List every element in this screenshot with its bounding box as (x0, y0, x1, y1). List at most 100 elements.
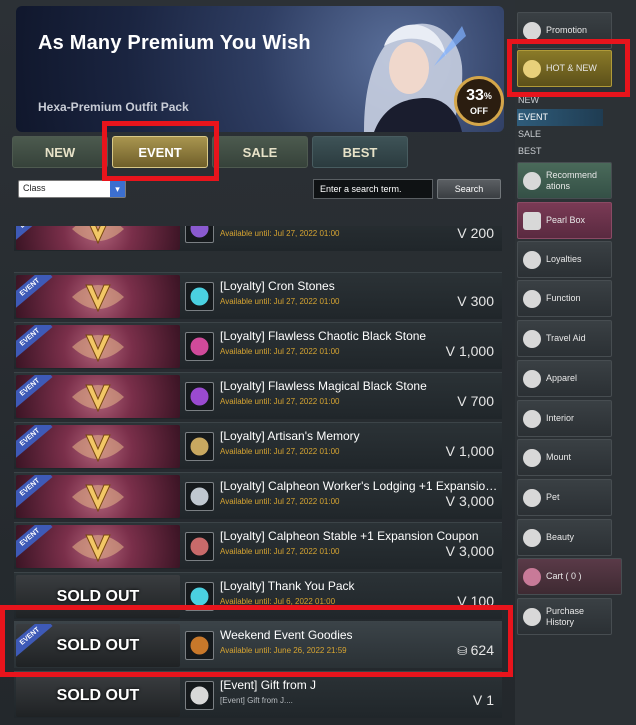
item-thumbnail: EVENT (16, 525, 180, 568)
item-row[interactable]: EVENT [Loyalty] Flawless Magical Black St… (14, 372, 502, 419)
tab-sale[interactable]: SALE (212, 136, 308, 168)
ornate-v-emblem (72, 284, 124, 312)
loyalty-currency-icon: V (472, 692, 483, 708)
item-icon (185, 532, 214, 561)
sidebar-item-pet[interactable]: Pet (517, 479, 612, 516)
v-icon (523, 251, 541, 269)
sidebar-item-label: Recommend ations (546, 169, 598, 191)
item-price: V 100 (457, 593, 494, 609)
sidebar-item-loyalties[interactable]: Loyalties (517, 241, 612, 278)
item-row[interactable]: EVENT [Loyalty] Calpheon Stable +1 Expans… (14, 522, 502, 569)
home-icon (523, 22, 541, 40)
item-thumbnail: EVENT (16, 325, 180, 368)
item-thumbnail: EVENT (16, 375, 180, 418)
sidebar-item-hot-new[interactable]: HOT & NEW (517, 50, 612, 87)
item-price: V 3,000 (446, 493, 494, 509)
item-icon (185, 332, 214, 361)
loyalty-currency-icon: V (457, 393, 467, 409)
item-availability: Available until: Jul 27, 2022 01:00 (220, 397, 340, 406)
discount-pct: 33 (466, 87, 484, 104)
sidebar-item-mount[interactable]: Mount (517, 439, 612, 476)
subcat-best[interactable]: BEST (517, 143, 603, 160)
sidebar-item-travel-aid[interactable]: Travel Aid (517, 320, 612, 357)
item-name: [Loyalty] Calpheon Stable +1 Expansion C… (220, 529, 479, 543)
search-input[interactable]: Enter a search term. (313, 179, 433, 199)
loyalty-currency-icon: V (457, 593, 467, 609)
sidebar-item-purchase-history[interactable]: Purchase History (517, 598, 612, 635)
item-availability: Available until: Jul 27, 2022 01:00 (220, 497, 340, 506)
item-price: V 1,000 (446, 343, 494, 359)
discount-pct-sign: % (483, 91, 492, 101)
sidebar-item-label: Pet (546, 492, 560, 502)
item-price-value: 3,000 (458, 493, 494, 509)
item-price-value: 100 (470, 593, 494, 609)
item-price-value: 3,000 (458, 543, 494, 559)
item-row[interactable]: SOLD OUT EVENT Weekend Event Goodies Availa… (14, 621, 502, 668)
ornate-v-emblem (72, 534, 124, 562)
subcat-new[interactable]: NEW (517, 92, 603, 109)
discount-badge: 33% OFF (454, 76, 504, 126)
loyalty-currency-icon: V (457, 226, 467, 241)
item-icon (185, 582, 214, 611)
item-price-value: 1,000 (458, 443, 494, 459)
pearl-currency-icon: ⛁ (457, 644, 471, 658)
item-availability: Available until: Jul 27, 2022 01:00 (220, 447, 340, 456)
item-row[interactable]: SOLD OUT [Loyalty] Thank You Pack Availabl… (14, 572, 502, 619)
cart-icon (523, 568, 541, 586)
tab-new[interactable]: NEW (12, 136, 108, 168)
sidebar-item-interior[interactable]: Interior (517, 400, 612, 437)
item-price: V 1,000 (446, 443, 494, 459)
sidebar-item-cart[interactable]: Cart ( 0 ) (517, 558, 622, 595)
event-ribbon: EVENT (16, 525, 53, 558)
item-icon (185, 226, 214, 243)
search-button[interactable]: Search (437, 179, 501, 199)
item-row[interactable]: EVENT[Loyalty] Destruction Spirit StoneA… (14, 226, 502, 251)
loyalty-currency-icon: V (457, 293, 467, 309)
item-row[interactable]: EVENT [Loyalty] Artisan's Memory Available… (14, 422, 502, 469)
subcat-event[interactable]: EVENT (517, 109, 603, 126)
sidebar-item-label: Cart ( 0 ) (546, 571, 582, 581)
item-price-value: 1 (486, 692, 494, 708)
banner-subtitle: Hexa-Premium Outfit Pack (38, 100, 189, 114)
item-availability: Available until: June 26, 2022 21:59 (220, 646, 347, 655)
sidebar-item-label: Travel Aid (546, 333, 586, 343)
item-icon (185, 432, 214, 461)
item-list[interactable]: EVENT[Loyalty] Destruction Spirit StoneA… (14, 226, 504, 725)
item-row[interactable]: EVENT [Loyalty] Calpheon Worker's Lodging… (14, 472, 502, 519)
item-thumbnail: SOLD OUT EVENT (16, 624, 180, 667)
tab-event[interactable]: EVENT (112, 136, 208, 168)
item-price: V1 (473, 692, 494, 708)
sidebar-item-promotion[interactable]: Promotion (517, 12, 612, 49)
ornate-v-emblem (72, 226, 124, 244)
history-icon (523, 608, 541, 626)
sidebar-item-apparel[interactable]: Apparel (517, 360, 612, 397)
class-filter-value: Class (23, 183, 46, 193)
subcat-sale[interactable]: SALE (517, 126, 603, 143)
banner-title: As Many Premium You Wish (38, 32, 311, 54)
ornate-v-emblem (72, 334, 124, 362)
event-ribbon: EVENT (16, 226, 53, 240)
item-availability: Available until: Jul 27, 2022 01:00 (220, 547, 340, 556)
item-icon (185, 282, 214, 311)
sidebar-item-recommendations[interactable]: Recommend ations (517, 162, 612, 199)
sidebar-item-pearl-box[interactable]: Pearl Box (517, 202, 612, 239)
item-icon (185, 681, 214, 710)
item-name: Weekend Event Goodies (220, 628, 353, 642)
class-filter-select[interactable]: Class ▾ (18, 180, 126, 198)
item-price-value: 700 (470, 393, 494, 409)
sidebar-item-beauty[interactable]: Beauty (517, 519, 612, 556)
item-price: V 3,000 (446, 543, 494, 559)
promo-banner[interactable]: As Many Premium You Wish Hexa-Premium Ou… (16, 6, 504, 132)
item-name: [Loyalty] Artisan's Memory (220, 429, 360, 443)
item-availability: Available until: Jul 27, 2022 01:00 (220, 347, 340, 356)
tab-best[interactable]: BEST (312, 136, 408, 168)
sidebar-item-label: Interior (546, 413, 575, 423)
item-row[interactable]: EVENT [Loyalty] Flawless Chaotic Black St… (14, 322, 502, 369)
item-row[interactable]: SOLD OUT [Event] Gift from J [Event] Gift … (14, 671, 502, 718)
item-name: [Loyalty] Flawless Chaotic Black Stone (220, 329, 427, 343)
item-row[interactable]: EVENT [Loyalty] Cron Stones Available unti… (14, 272, 502, 319)
item-thumbnail: EVENT (16, 226, 180, 250)
item-icon (185, 482, 214, 511)
hair-icon (523, 529, 541, 547)
sidebar-item-function[interactable]: Function (517, 280, 612, 317)
